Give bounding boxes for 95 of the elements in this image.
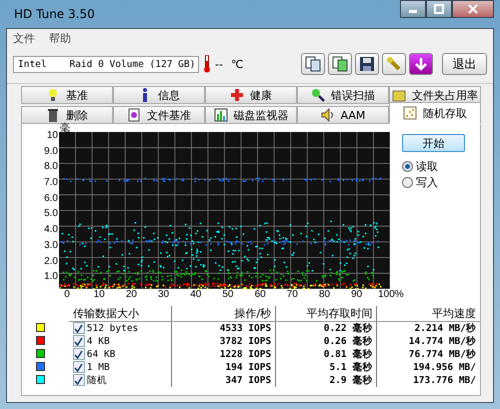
menu-item[interactable]: 文件 xyxy=(13,31,35,45)
x-axis-label: 100% xyxy=(377,289,405,300)
tab[interactable]: 信息 xyxy=(113,86,205,104)
table-cell: 1228 IOPS xyxy=(220,349,272,360)
tab[interactable]: 基准 xyxy=(21,86,113,104)
first-aid-cross-icon xyxy=(230,88,244,102)
checkbox[interactable] xyxy=(72,361,85,374)
column-header: 平均存取时间 xyxy=(276,306,377,322)
x-axis-label: 90 xyxy=(350,289,364,300)
light-bulb-icon xyxy=(46,88,60,102)
x-axis-label: 80 xyxy=(318,289,332,300)
radio-button[interactable] xyxy=(402,161,413,172)
maximize-icon xyxy=(434,4,444,14)
table-cell: 2.214 MB/秒 xyxy=(414,323,476,334)
minimize-button[interactable] xyxy=(400,0,426,18)
window-title: HD Tune 3.50 xyxy=(13,7,95,21)
radio-button[interactable] xyxy=(402,177,413,188)
menu-item[interactable]: 帮助 xyxy=(49,31,71,45)
folder-icon xyxy=(392,88,406,102)
table-cell: 1 MB xyxy=(86,362,110,373)
table-cell: 5.1 毫秒 xyxy=(329,362,372,373)
table-cell: 347 IOPS xyxy=(225,375,272,386)
y-axis-label: 2.0 xyxy=(44,258,58,268)
y-axis-label: 8.0 xyxy=(44,163,58,174)
tab[interactable]: 文件基准 xyxy=(113,106,205,124)
exit-button[interactable]: 退出 xyxy=(442,53,487,75)
column-header: 传输数据大小 xyxy=(68,306,172,322)
checkbox[interactable] xyxy=(72,374,85,386)
wrench-icon xyxy=(386,56,402,72)
document-icon xyxy=(127,108,141,122)
magnifier-icon xyxy=(311,88,325,102)
x-axis-label: 40 xyxy=(189,289,202,300)
y-axis-label: 1.0 xyxy=(44,273,58,284)
download-button[interactable] xyxy=(409,53,433,75)
column-header: 操作/秒 xyxy=(172,306,276,322)
x-axis-label: 10 xyxy=(92,289,106,300)
drive-dropdown[interactable]: Intel Raid 0 Volume (127 GB) xyxy=(13,56,199,72)
table-cell: 随机 xyxy=(86,374,107,387)
y-axis-label: 10 xyxy=(46,132,58,143)
documents-icon xyxy=(332,56,348,72)
table-cell: 4 KB xyxy=(86,336,110,347)
y-axis-label: 4.0 xyxy=(44,226,58,238)
table-cell: 14.774 MB/秒 xyxy=(408,336,476,347)
table-cell: 194.956 MB/ xyxy=(413,362,476,373)
temperature-reading: -- xyxy=(215,58,223,70)
tab[interactable]: AAM xyxy=(297,106,389,124)
x-axis-label: 0 xyxy=(63,289,71,300)
close-icon xyxy=(468,4,478,14)
down-arrow-icon xyxy=(413,56,429,72)
tab[interactable]: 随机存取 xyxy=(389,102,481,124)
table-cell: 512 bytes xyxy=(86,322,138,334)
x-axis-label: 20 xyxy=(124,289,138,300)
tab[interactable]: 删除 xyxy=(21,106,113,124)
y-axis-label: 9.0 xyxy=(44,148,58,159)
x-axis-label: 30 xyxy=(157,289,170,300)
column-header: 平均速度 xyxy=(376,306,480,322)
thermometer-icon xyxy=(203,55,211,73)
y-axis-label: 7.0 xyxy=(44,179,58,190)
table-cell: 3782 IOPS xyxy=(220,336,272,347)
table-cell: 0.22 毫秒 xyxy=(324,323,372,334)
copy-button[interactable] xyxy=(328,53,352,75)
tab[interactable]: 错误扫描 xyxy=(297,86,389,104)
table-cell: 64 KB xyxy=(86,348,116,360)
maximize-button[interactable] xyxy=(426,0,452,18)
temperature-unit: ℃ xyxy=(230,58,244,70)
start-button[interactable]: 开始 xyxy=(402,134,465,152)
x-axis-label: 60 xyxy=(254,289,267,300)
table-cell: 0.26 毫秒 xyxy=(324,336,372,347)
table-cell: 173.776 MB/ xyxy=(413,375,476,386)
bar-chart-icon xyxy=(214,108,228,122)
y-axis-unit: 毫 xyxy=(60,124,71,132)
close-button[interactable] xyxy=(452,0,494,18)
table-cell: 194 IOPS xyxy=(225,362,272,373)
checkbox[interactable] xyxy=(72,322,85,334)
scatter-plot-icon xyxy=(403,106,417,120)
checkbox[interactable] xyxy=(72,348,85,360)
speaker-icon xyxy=(320,108,335,122)
radio-option[interactable]: 读取 xyxy=(402,159,465,174)
save-button[interactable] xyxy=(355,53,379,75)
checkbox[interactable] xyxy=(72,335,85,348)
trash-can-icon xyxy=(46,108,60,122)
table-cell: 2.9 毫秒 xyxy=(329,375,372,386)
table-cell: 4533 IOPS xyxy=(220,323,272,334)
radio-option[interactable]: 写入 xyxy=(402,175,465,190)
documents-icon xyxy=(305,56,321,72)
tab[interactable]: 磁盘监视器 xyxy=(205,106,297,124)
table-cell: 0.81 毫秒 xyxy=(324,349,372,360)
tab[interactable]: 健康 xyxy=(205,86,297,104)
y-axis-label: 6.0 xyxy=(44,194,58,206)
table-cell: 76.774 MB/秒 xyxy=(408,349,476,360)
copy-button[interactable] xyxy=(301,53,325,75)
x-axis-label: 50 xyxy=(221,289,234,300)
y-axis-label: 5.0 xyxy=(44,210,58,222)
y-axis-label: 3.0 xyxy=(44,242,58,253)
x-axis-label: 70 xyxy=(286,289,299,300)
